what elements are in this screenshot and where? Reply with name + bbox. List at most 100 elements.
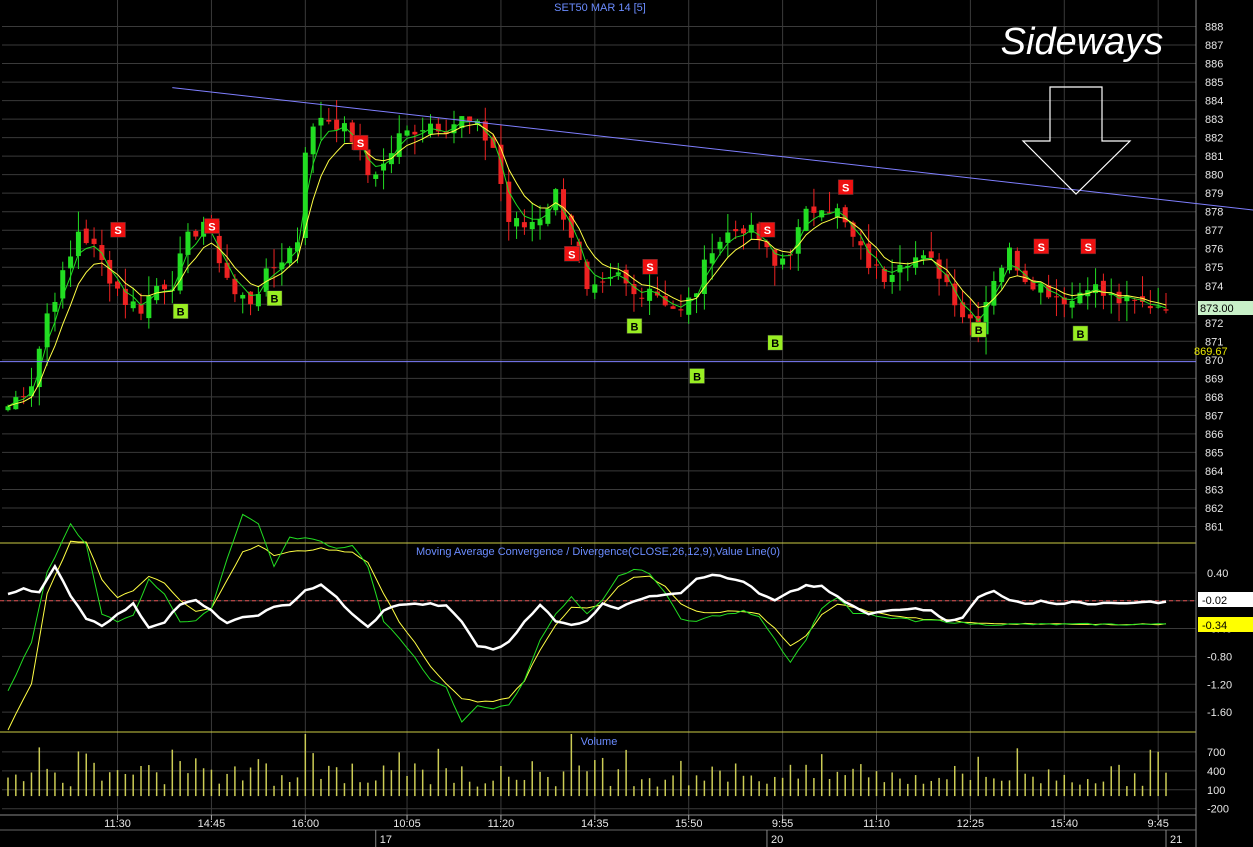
candle-body — [514, 218, 520, 227]
sell-signal-badge[interactable]: S — [564, 246, 580, 262]
buy-signal-badge-label: B — [693, 371, 701, 383]
price-tick-label: 887 — [1205, 40, 1223, 52]
buy-signal-badge-label: B — [630, 321, 638, 333]
candle-body — [1132, 299, 1138, 301]
price-tick-label: 862 — [1205, 503, 1223, 515]
sell-signal-badge[interactable]: S — [1033, 238, 1050, 255]
time-tick-label: 16:00 — [292, 818, 320, 830]
sell-signal-badge-label: S — [1085, 242, 1092, 254]
day-tick-label: 20 — [771, 834, 783, 846]
macd-tick-label: -0.80 — [1207, 651, 1232, 663]
buy-signal-badge[interactable]: B — [970, 321, 987, 338]
candle-body — [811, 206, 817, 213]
buy-signal-badge-label: B — [1076, 329, 1084, 341]
time-tick-label: 14:35 — [581, 818, 609, 830]
macd-value-label-1: -0.02 — [1202, 595, 1227, 607]
price-tick-label: 888 — [1205, 22, 1223, 34]
volume-tick-label: 100 — [1207, 785, 1225, 797]
macd-value-label-2: -0.34 — [1202, 620, 1227, 632]
candle-body — [803, 208, 809, 231]
candle-body — [310, 126, 316, 155]
stock-chart[interactable]: S S S S S S S S S B B B B B B B 861 862 863 864 865 866 867 86… — [0, 0, 1253, 847]
price-tick-label: 861 — [1205, 521, 1223, 533]
time-tick-label: 12:25 — [957, 818, 985, 830]
down-arrow-icon — [1021, 86, 1132, 195]
candle-body — [1007, 247, 1013, 271]
candle-body — [920, 255, 926, 259]
sideways-annotation: Sideways — [1001, 21, 1164, 63]
candle-body — [1155, 306, 1161, 308]
time-tick-label: 11:20 — [488, 818, 515, 830]
sell-signal-badge[interactable]: S — [204, 218, 220, 234]
sell-signal-badge[interactable]: S — [759, 221, 776, 238]
sell-signal-badge[interactable]: S — [352, 134, 369, 151]
candle-body — [1053, 296, 1059, 298]
candle-body — [107, 259, 113, 284]
sell-signal-badge-label: S — [764, 225, 771, 237]
sell-signal-badge[interactable]: S — [110, 221, 126, 238]
grid-layer — [0, 0, 1197, 847]
price-tick-label: 876 — [1205, 244, 1223, 256]
candle-body — [420, 130, 426, 132]
macd-tick-label: -1.20 — [1207, 679, 1232, 691]
candle-body — [115, 281, 121, 289]
candle-body — [52, 302, 58, 312]
chart-title: SET50 MAR 14 [5] — [554, 2, 646, 14]
candle-body — [592, 284, 598, 293]
sell-signal-badge-label: S — [208, 222, 215, 234]
signal-slow-line — [7, 540, 1167, 731]
price-tick-label: 874 — [1205, 281, 1223, 293]
macd-tick-label: 0.40 — [1207, 568, 1228, 580]
buy-signal-badge[interactable]: B — [689, 368, 705, 384]
candle-body — [130, 301, 136, 309]
price-tick-label: 867 — [1205, 410, 1223, 422]
volume-tick-label: -200 — [1207, 804, 1229, 816]
candle-body — [1163, 309, 1169, 311]
price-tick-label: 886 — [1205, 59, 1223, 71]
candle-body — [967, 314, 973, 319]
support-price-label: 869.67 — [1194, 346, 1228, 358]
price-tick-label: 884 — [1205, 96, 1223, 108]
candle-body — [240, 294, 246, 299]
buy-signal-badge-label: B — [771, 338, 779, 350]
candle-body — [60, 270, 66, 299]
time-tick-label: 15:40 — [1051, 818, 1079, 830]
candle-body — [1147, 306, 1153, 309]
candle-body — [709, 253, 715, 264]
price-candles — [5, 100, 1169, 412]
candle-body — [36, 348, 42, 388]
price-tick-label: 885 — [1205, 77, 1223, 89]
buy-signal-badge-label: B — [271, 294, 279, 306]
time-tick-label: 11:30 — [104, 818, 131, 830]
buy-signal-badge[interactable]: B — [172, 303, 189, 319]
volume-tick-label: 700 — [1207, 747, 1225, 759]
buy-signal-badge[interactable]: B — [266, 290, 283, 306]
candle-body — [68, 256, 74, 269]
time-tick-label: 14:45 — [198, 818, 226, 830]
price-tick-label: 882 — [1205, 133, 1223, 145]
candle-body — [678, 309, 684, 311]
buy-signal-badge[interactable]: B — [767, 334, 784, 351]
candle-body — [255, 294, 261, 307]
candle-body — [5, 406, 11, 411]
buy-signal-badge[interactable]: B — [626, 318, 643, 334]
buy-signal-badge[interactable]: B — [1072, 325, 1089, 342]
sell-signal-badge[interactable]: S — [642, 258, 658, 275]
candle-body — [928, 251, 934, 258]
candle-body — [498, 144, 504, 184]
day-tick-label: 17 — [380, 834, 392, 846]
price-tick-label: 879 — [1205, 188, 1223, 200]
candle-body — [717, 241, 723, 250]
sell-signal-badge[interactable]: S — [1080, 238, 1097, 255]
price-tick-label: 863 — [1205, 484, 1223, 496]
sell-signal-badge-label: S — [568, 249, 575, 261]
candle-body — [91, 238, 97, 245]
time-tick-label: 9:55 — [772, 818, 793, 830]
time-tick-label: 15:50 — [675, 818, 703, 830]
candle-body — [83, 228, 89, 244]
sell-signal-badge-label: S — [1038, 242, 1045, 254]
last-price-label: 873.00 — [1200, 303, 1234, 315]
candle-body — [670, 306, 676, 309]
signal-badges[interactable]: S S S S S S S S S B B B B B B B — [110, 134, 1097, 384]
sell-signal-badge[interactable]: S — [837, 179, 854, 195]
